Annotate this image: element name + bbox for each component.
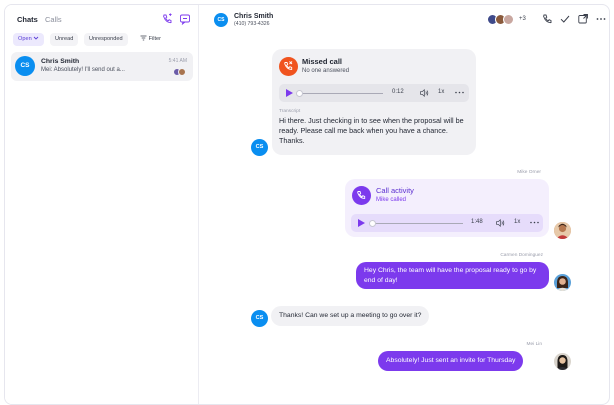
playback-speed[interactable]: 1x — [514, 219, 520, 225]
playback-speed[interactable]: 1x — [438, 89, 444, 95]
call-activity-title: Call activity — [376, 186, 414, 195]
sidebar-header: Chats Calls — [5, 5, 199, 33]
transcript-text: Hi there. Just checking in to see when t… — [279, 116, 464, 145]
volume-icon[interactable] — [420, 89, 429, 97]
avatar — [554, 222, 571, 239]
filter-icon — [140, 35, 147, 40]
playback-track[interactable] — [298, 92, 383, 94]
play-icon[interactable] — [286, 89, 293, 97]
play-icon[interactable] — [358, 219, 365, 227]
participants-extra-count: +3 — [519, 16, 526, 22]
sidebar: Chats Calls Open Unread Unresponded Filt… — [5, 5, 199, 404]
more-icon[interactable] — [530, 221, 539, 224]
more-icon[interactable] — [595, 13, 607, 25]
conversation-time: 5:41 AM — [168, 58, 187, 64]
message-bubble: Thanks! Can we set up a meeting to go ov… — [271, 306, 430, 326]
avatar — [503, 14, 514, 25]
avatar — [178, 68, 186, 76]
avatar: CS — [251, 310, 268, 327]
playback-duration: 0:12 — [392, 89, 404, 95]
sender-name: Mike Orner — [517, 170, 541, 175]
more-icon[interactable] — [455, 91, 464, 94]
call-activity-card: Call activity Mike called 1:48 1x — [345, 179, 549, 237]
tab-chats[interactable]: Chats — [17, 15, 38, 24]
transcript-label: Transcript — [279, 109, 301, 114]
unread-filter-chip[interactable]: Unread — [50, 33, 79, 46]
check-icon[interactable] — [559, 13, 571, 25]
chat-header: CS Chris Smith (410) 793-4326 +3 — [200, 5, 609, 33]
missed-call-card: Missed call No one answered 0:12 1x Tran… — [272, 49, 476, 155]
avatar: CS — [214, 13, 228, 27]
conversation-preview: Mei: Absolutely! I'll send out a... — [41, 67, 125, 73]
sender-name: Carmen Dominguez — [500, 253, 543, 258]
filter-button[interactable]: Filter — [135, 33, 166, 46]
playback-handle[interactable] — [296, 89, 303, 97]
contact-phone: (410) 793-4326 — [234, 21, 270, 27]
call-activity-subtitle: Mike called — [376, 197, 407, 203]
call-recording-player: 1:48 1x — [351, 214, 543, 232]
contact-name[interactable]: Chris Smith — [234, 13, 273, 20]
conversation-name: Chris Smith — [41, 58, 80, 65]
open-filter-chip[interactable]: Open — [13, 33, 45, 46]
phone-icon — [352, 186, 371, 205]
avatar — [554, 353, 571, 370]
playback-duration: 1:48 — [471, 219, 483, 225]
compose-icon[interactable] — [179, 13, 191, 25]
tab-calls[interactable]: Calls — [45, 15, 62, 24]
filter-label: Filter — [148, 36, 161, 42]
message-bubble: Hey Chris, the team will have the propos… — [356, 262, 549, 290]
avatar: CS — [251, 139, 268, 156]
participant-avatars — [173, 68, 187, 76]
voicemail-player: 0:12 1x — [279, 84, 469, 102]
message-thread: Missed call No one answered 0:12 1x Tran… — [200, 33, 609, 404]
app-window: Chats Calls Open Unread Unresponded Filt… — [4, 4, 610, 405]
chevron-down-icon — [33, 36, 39, 40]
phone-icon[interactable] — [541, 13, 553, 25]
avatar — [554, 274, 571, 291]
unresponded-filter-chip[interactable]: Unresponded — [84, 33, 128, 46]
message-bubble: Absolutely! Just sent an invite for Thur… — [378, 351, 524, 371]
conversation-item-chris-smith[interactable]: CS Chris Smith 5:41 AM Mei: Absolutely! … — [11, 52, 193, 81]
playback-handle[interactable] — [369, 219, 376, 227]
sender-name: Mei Lin — [526, 342, 542, 347]
missed-call-title: Missed call — [302, 57, 343, 66]
missed-call-subtitle: No one answered — [302, 68, 350, 74]
volume-icon[interactable] — [496, 219, 505, 227]
playback-track[interactable] — [371, 222, 463, 224]
new-call-icon[interactable] — [161, 13, 173, 25]
participant-avatars[interactable] — [487, 14, 517, 26]
missed-call-icon — [279, 57, 298, 76]
open-filter-label: Open — [18, 36, 32, 42]
avatar: CS — [15, 56, 35, 76]
open-external-icon[interactable] — [577, 13, 589, 25]
